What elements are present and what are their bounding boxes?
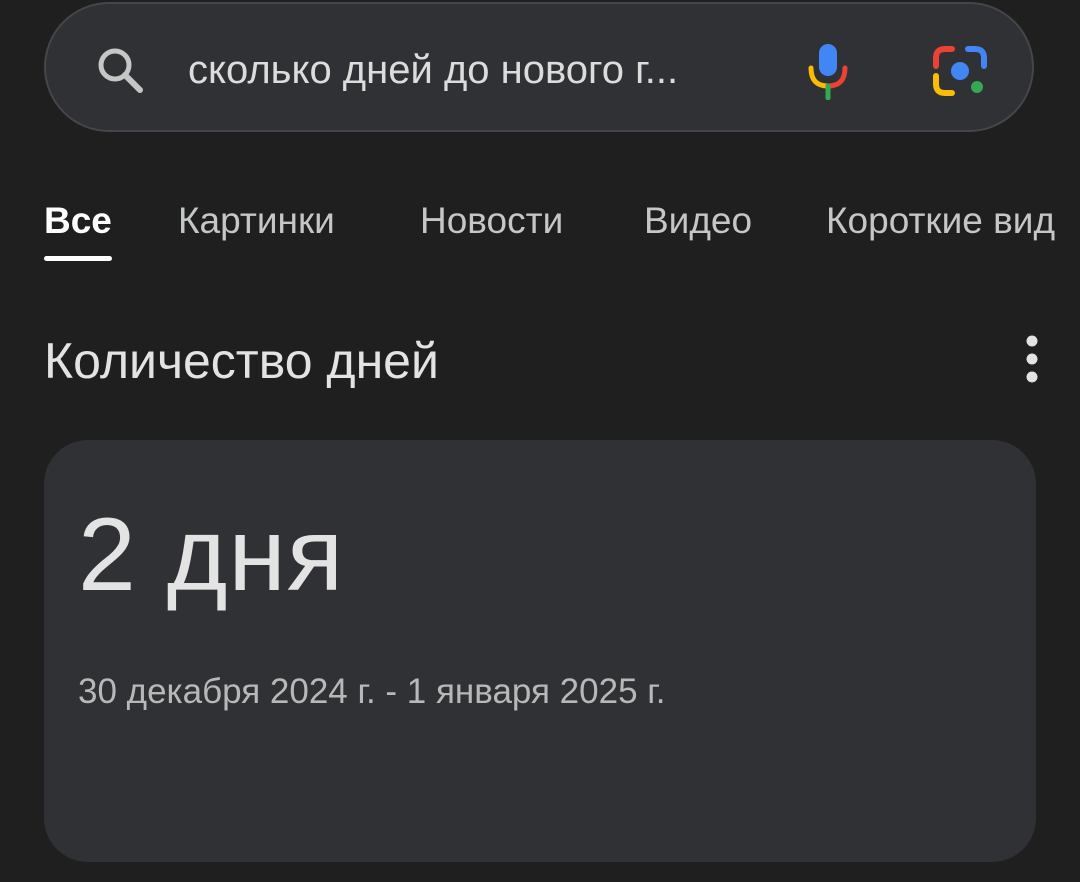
result-value: 2 дня bbox=[78, 497, 345, 613]
search-results-page: сколько дней до нового г... Все Картинки… bbox=[0, 0, 1080, 882]
tab-short-videos[interactable]: Короткие вид bbox=[826, 198, 1055, 244]
tab-news[interactable]: Новости bbox=[420, 198, 563, 244]
active-tab-indicator bbox=[44, 256, 112, 261]
tab-videos[interactable]: Видео bbox=[644, 198, 752, 244]
microphone-icon[interactable] bbox=[806, 42, 850, 100]
tab-all[interactable]: Все bbox=[44, 198, 112, 244]
search-input[interactable]: сколько дней до нового г... bbox=[188, 44, 678, 96]
result-card: 2 дня 30 декабря 2024 г. - 1 января 2025… bbox=[44, 440, 1036, 862]
tab-images[interactable]: Картинки bbox=[178, 198, 335, 244]
search-bar[interactable]: сколько дней до нового г... bbox=[44, 2, 1034, 132]
more-vertical-icon[interactable] bbox=[1016, 334, 1048, 384]
google-lens-icon[interactable] bbox=[932, 44, 988, 98]
search-icon[interactable] bbox=[94, 44, 146, 96]
search-tabs: Все Картинки Новости Видео Короткие вид bbox=[0, 190, 1080, 270]
date-range: 30 декабря 2024 г. - 1 января 2025 г. bbox=[78, 672, 666, 711]
section-title: Количество дней bbox=[44, 333, 439, 389]
